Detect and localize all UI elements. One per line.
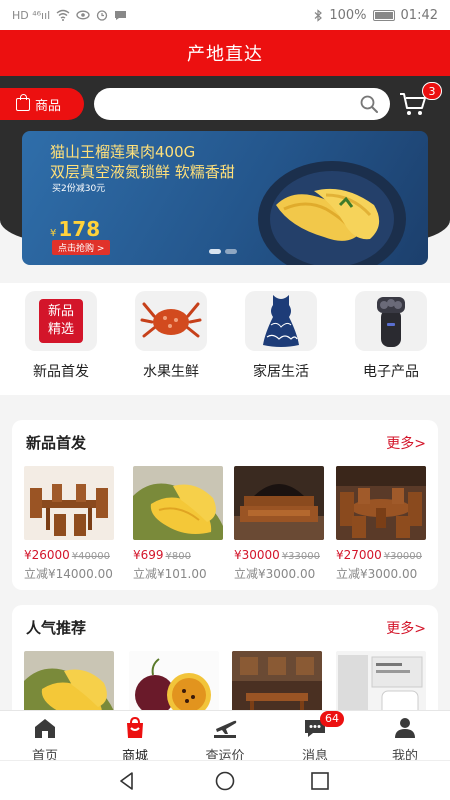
- plane-icon: [214, 720, 237, 738]
- banner-currency: ¥: [50, 228, 57, 239]
- product-image-wooden-bed: [234, 466, 324, 540]
- price-original: ¥33000: [281, 551, 320, 562]
- tab-messages[interactable]: 64 消息: [270, 711, 360, 764]
- banner-buy-button[interactable]: 点击抢购 >: [52, 240, 111, 255]
- new-products-tag: 新品 精选: [39, 299, 83, 343]
- cart-button[interactable]: 3: [398, 82, 442, 120]
- signal-icon: HD ⁴⁶ııl: [12, 8, 51, 22]
- price-current: ¥30000: [234, 548, 280, 562]
- banner-price-value: 178: [58, 217, 101, 241]
- back-icon[interactable]: [115, 769, 139, 793]
- product-price: ¥26000 ¥40000: [24, 548, 114, 562]
- category-label: 水果生鲜: [143, 364, 199, 380]
- category-label: 家居生活: [253, 364, 309, 380]
- banner-dot-active[interactable]: [209, 249, 221, 254]
- recents-icon[interactable]: [308, 769, 332, 793]
- header: 产地直达: [0, 30, 450, 76]
- more-link[interactable]: 更多>: [386, 618, 426, 638]
- category-row: 新品 精选 新品首发 水果生鲜 家居生活 电子产品: [0, 283, 450, 395]
- promo-banner[interactable]: 猫山王榴莲果肉400G 双层真空液氮锁鲜 软糯香甜 买2份减30元 ¥ 178 …: [22, 131, 428, 265]
- banner-title: 猫山王榴莲果肉400G: [50, 143, 196, 161]
- banner-price: ¥ 178: [50, 217, 100, 241]
- clock: 01:42: [400, 7, 438, 23]
- search-box: [94, 88, 390, 120]
- search-row: 商品 3: [0, 82, 450, 120]
- price-current: ¥26000: [24, 548, 70, 562]
- tab-mall[interactable]: 商城: [90, 711, 180, 764]
- bluetooth-icon: [314, 8, 323, 22]
- product-image-round-dining-set: [336, 466, 426, 540]
- shopping-bag-icon: [16, 93, 30, 111]
- banner-promo: 买2份减30元: [52, 184, 106, 194]
- bottom-tab-bar: 首页 商城 查运价 64 消息 我的: [0, 710, 450, 764]
- message-badge: 64: [320, 711, 344, 727]
- user-icon: [395, 718, 415, 738]
- new-tag-line2: 精选: [47, 322, 74, 337]
- popular-section: 人气推荐 更多>: [12, 605, 438, 725]
- new-tag-line1: 新品: [47, 304, 74, 319]
- status-right: 100% 01:42: [314, 8, 438, 23]
- banner-dot[interactable]: [225, 249, 237, 254]
- battery-icon: [372, 9, 395, 21]
- new-products-section: 新品首发 更多> ¥26000 ¥40000 立减¥14000.00 ¥699 ¥8…: [12, 420, 438, 590]
- category-home-living[interactable]: 家居生活: [231, 291, 331, 381]
- tab-home[interactable]: 首页: [0, 711, 90, 764]
- product-saving: 立减¥14000.00: [24, 567, 113, 581]
- product-image-wooden-dining-set: [24, 466, 114, 540]
- crab-icon: [135, 291, 207, 351]
- product-card[interactable]: ¥30000 ¥33000 立减¥3000.00: [234, 466, 324, 582]
- status-bar: HD ⁴⁶ııl 100% 01:42: [0, 0, 450, 30]
- product-card[interactable]: ¥699 ¥800 立减¥101.00: [133, 466, 223, 582]
- product-price: ¥699 ¥800: [133, 548, 223, 562]
- product-saving: 立减¥3000.00: [336, 567, 418, 581]
- category-label: 电子产品: [363, 364, 419, 380]
- page-title: 产地直达: [187, 44, 263, 65]
- product-saving: 立减¥3000.00: [234, 567, 316, 581]
- category-label: 新品首发: [33, 364, 89, 380]
- system-nav-bar: [0, 760, 450, 800]
- cart-badge: 3: [422, 82, 442, 100]
- product-card[interactable]: ¥27000 ¥30000 立减¥3000.00: [336, 466, 426, 582]
- mall-icon: [127, 716, 143, 738]
- battery-percent: 100%: [329, 7, 367, 23]
- banner-subtitle: 双层真空液氮锁鲜 软糯香甜: [50, 163, 235, 181]
- price-current: ¥27000: [336, 548, 382, 562]
- tab-freight[interactable]: 查运价: [180, 711, 270, 764]
- home-icon: [35, 719, 55, 738]
- section-title: 人气推荐: [26, 619, 87, 637]
- price-original: ¥40000: [71, 551, 110, 562]
- product-saving: 立减¥101.00: [133, 567, 207, 581]
- home-nav-icon[interactable]: [213, 769, 237, 793]
- category-selector-button[interactable]: 商品: [0, 88, 84, 120]
- chat-icon: [115, 10, 127, 20]
- price-original: ¥800: [165, 551, 191, 562]
- product-price: ¥30000 ¥33000: [234, 548, 324, 562]
- status-left: HD ⁴⁶ııl: [12, 9, 127, 22]
- search-icon[interactable]: [360, 95, 378, 113]
- shaver-icon: [355, 291, 427, 351]
- alarm-icon: [97, 10, 108, 21]
- dress-icon: [245, 291, 317, 351]
- category-selector-label: 商品: [35, 98, 62, 114]
- price-original: ¥30000: [383, 551, 422, 562]
- banner-pagination: [209, 249, 237, 254]
- search-input[interactable]: [94, 88, 334, 120]
- product-card[interactable]: ¥26000 ¥40000 立减¥14000.00: [24, 466, 114, 582]
- new-products-icon: 新品 精选: [25, 291, 97, 351]
- category-new-products[interactable]: 新品 精选 新品首发: [11, 291, 111, 381]
- tab-profile[interactable]: 我的: [360, 711, 450, 764]
- category-fresh-fruit[interactable]: 水果生鲜: [121, 291, 221, 381]
- section-title: 新品首发: [26, 434, 87, 452]
- wifi-icon: [56, 9, 70, 21]
- durian-plate-image: [258, 161, 406, 265]
- price-current: ¥699: [133, 548, 164, 562]
- more-link[interactable]: 更多>: [386, 433, 426, 453]
- category-electronics[interactable]: 电子产品: [341, 291, 441, 381]
- product-price: ¥27000 ¥30000: [336, 548, 426, 562]
- eye-icon: [76, 10, 90, 20]
- product-image-durian: [133, 466, 223, 540]
